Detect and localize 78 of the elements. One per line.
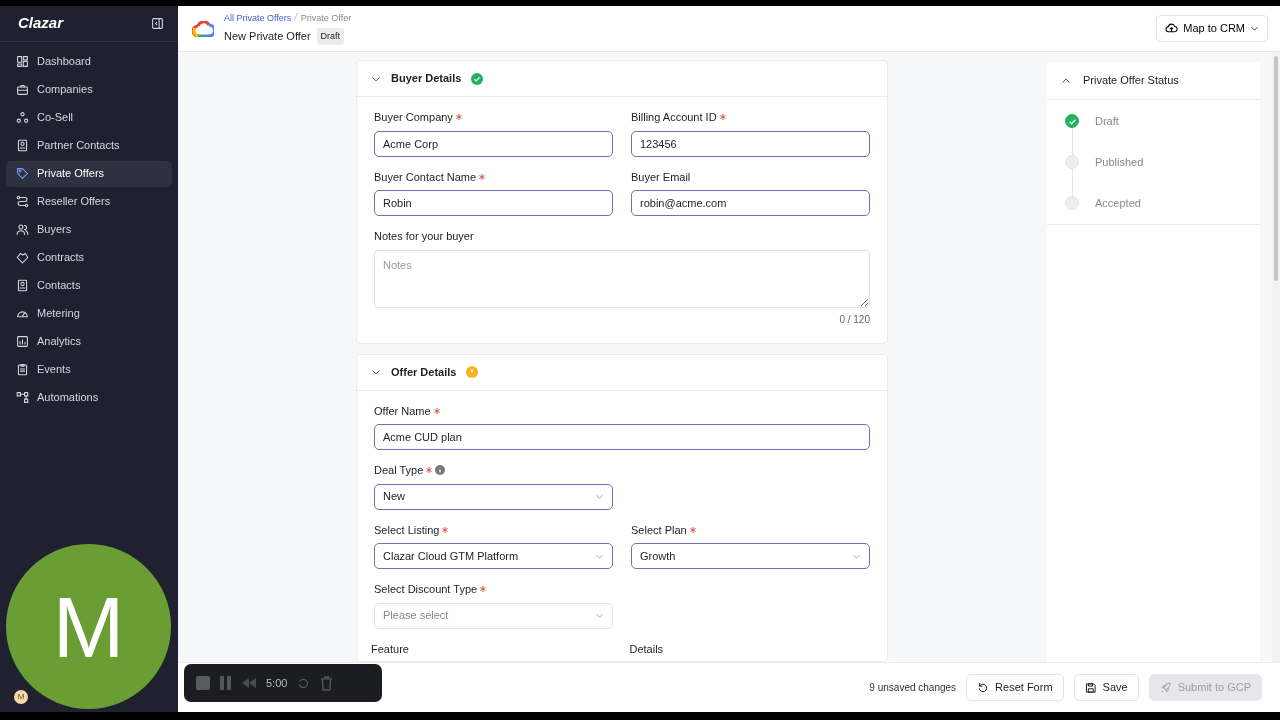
contact-card-icon: [16, 139, 29, 152]
pause-icon[interactable]: [220, 676, 232, 690]
people-dots-icon: [16, 111, 29, 124]
action-button[interactable]: Save: [1073, 674, 1139, 701]
input-field[interactable]: Robin: [374, 190, 613, 216]
field-label: Notes for your buyer: [374, 229, 474, 244]
field-label: Deal Type: [374, 463, 424, 478]
sidebar-item[interactable]: Contracts: [6, 244, 172, 271]
cloud-upload-icon: [1165, 22, 1179, 35]
dropdown-field[interactable]: Growth: [631, 543, 870, 569]
rocket-icon: [1159, 681, 1172, 694]
dropdown-field[interactable]: New: [374, 483, 613, 510]
timer-text: 5:00: [266, 675, 288, 691]
save-icon: [1084, 681, 1097, 694]
sidebar-item[interactable]: Analytics: [6, 328, 172, 355]
sidebar-item[interactable]: Private Offers: [6, 160, 172, 187]
unsaved-changes-text: 9 unsaved changes: [869, 681, 957, 695]
sidebar-item[interactable]: Dashboard: [6, 48, 172, 75]
field-label: Select Discount Type: [374, 582, 478, 597]
sidebar-item[interactable]: Events: [6, 356, 172, 383]
cloud-logo-icon: [192, 20, 214, 37]
chevron-down-icon[interactable]: [371, 367, 381, 377]
sidebar-item[interactable]: Metering: [6, 300, 172, 327]
field-label: Buyer Email: [631, 169, 691, 185]
section-title: Offer Details: [391, 364, 457, 380]
logo: Clazar: [18, 13, 64, 34]
chevron-down-icon: [595, 492, 604, 501]
step-label: Published: [1095, 154, 1144, 170]
dashboard-icon: [16, 55, 29, 68]
step-label: Accepted: [1095, 195, 1141, 211]
briefcase-icon: [16, 83, 29, 96]
sidebar-item[interactable]: Contacts: [6, 272, 172, 299]
route-icon: [16, 195, 29, 208]
notes-field[interactable]: Notes: [374, 249, 870, 308]
map-to-crm-button[interactable]: Map to CRM: [1156, 15, 1268, 42]
input-field[interactable]: 123456: [631, 130, 870, 157]
breadcrumb-separator-icon: [294, 11, 299, 21]
field-label: Billing Account ID: [631, 110, 717, 125]
input-field[interactable]: Acme Corp: [374, 130, 613, 157]
column-header: Feature: [371, 641, 410, 657]
workflow-icon: [16, 391, 29, 404]
trash-icon[interactable]: [320, 675, 334, 691]
status-badge: Draft: [316, 27, 345, 46]
sidebar-item[interactable]: Co-Sell: [6, 104, 172, 131]
column-header: Details: [629, 641, 665, 657]
field-label: Select Listing: [374, 522, 440, 538]
sidebar-item[interactable]: Buyers: [6, 216, 172, 243]
chevron-down-icon: [595, 611, 604, 620]
sidebar-toggle-icon[interactable]: [151, 17, 164, 30]
sidebar-item[interactable]: Automations: [6, 384, 172, 411]
sidebar-item[interactable]: Companies: [6, 76, 172, 103]
field-label: Buyer Company: [374, 110, 453, 125]
dropdown-field[interactable]: Please select: [374, 602, 613, 629]
field-label: Select Plan: [631, 522, 687, 538]
character-counter: 0 / 120: [839, 312, 870, 327]
info-icon[interactable]: [435, 465, 446, 476]
field-label: Buyer Contact Name: [374, 169, 477, 185]
reset-icon: [977, 681, 990, 694]
action-button[interactable]: Reset Form: [966, 674, 1064, 701]
section-title: Buyer Details: [391, 71, 462, 87]
breadcrumb-link[interactable]: All Private Offers: [224, 11, 292, 26]
step-label: Draft: [1095, 113, 1119, 129]
input-field[interactable]: robin@acme.com: [631, 190, 870, 216]
chart-icon: [16, 335, 29, 348]
tag-icon: [16, 167, 29, 180]
sidebar-item[interactable]: Reseller Offers: [6, 188, 172, 215]
clipboard-icon: [16, 363, 29, 376]
sidebar-item[interactable]: Partner Contacts: [6, 132, 172, 159]
page-title: New Private Offer: [224, 29, 311, 45]
input-field[interactable]: Acme CUD plan: [374, 424, 870, 450]
contact-card-icon: [16, 279, 29, 292]
panel-title: Private Offer Status: [1083, 73, 1179, 89]
users-icon: [16, 223, 29, 236]
breadcrumb-current: Private Offer: [300, 11, 352, 25]
field-label: Offer Name: [374, 403, 431, 419]
restart-icon[interactable]: [297, 676, 311, 690]
dropdown-field[interactable]: Clazar Cloud GTM Platform: [374, 543, 613, 569]
chevron-down-icon: [1250, 24, 1259, 33]
